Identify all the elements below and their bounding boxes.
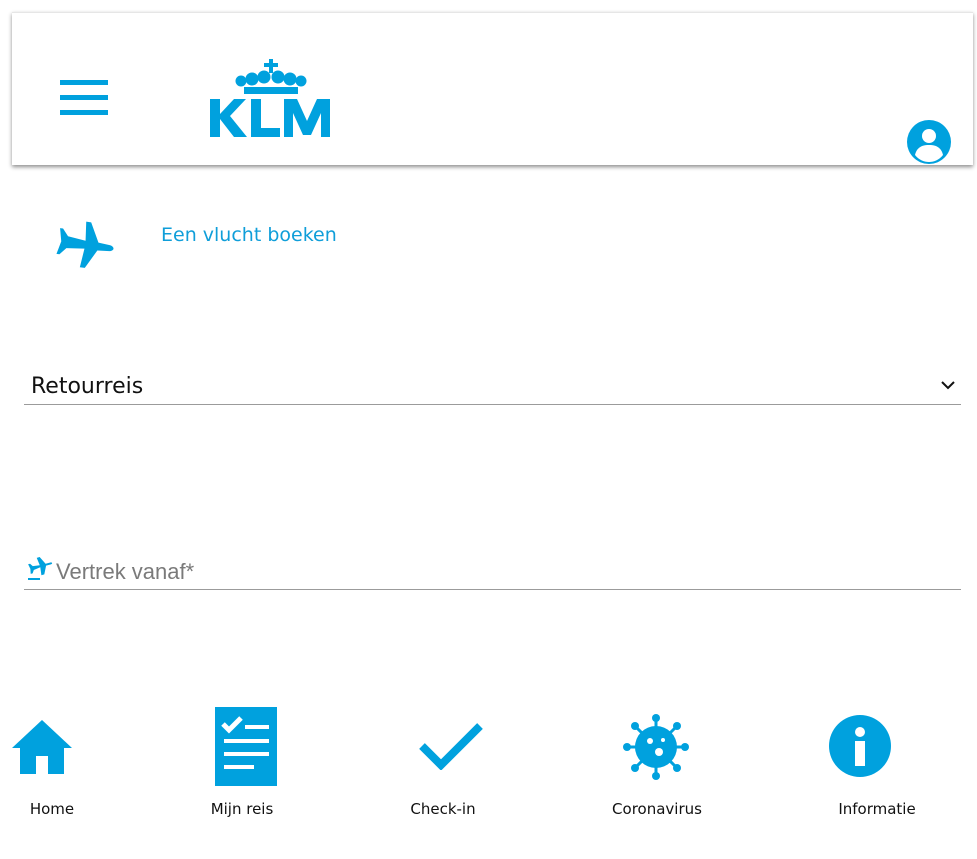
bottom-navigation: Home Mijn reis Check-in Coronavirus Info…: [0, 700, 977, 840]
checkmark-icon: [419, 723, 483, 770]
chevron-down-icon: [941, 381, 955, 390]
nav-item-home[interactable]: Home: [0, 700, 122, 830]
departure-input[interactable]: [56, 558, 936, 586]
hamburger-menu-icon: [60, 80, 108, 115]
account-button[interactable]: [906, 119, 952, 165]
nav-label-check-in: Check-in: [410, 800, 476, 818]
book-flight-link[interactable]: Een vlucht boeken: [161, 224, 337, 246]
nav-item-coronavirus[interactable]: Coronavirus: [587, 700, 727, 830]
app-header: [12, 12, 973, 165]
checklist-icon: [215, 707, 277, 786]
menu-button[interactable]: [58, 77, 110, 117]
airplane-icon: [56, 221, 114, 268]
trip-type-select[interactable]: Retourreis: [24, 366, 961, 405]
nav-label-informatie: Informatie: [838, 800, 916, 818]
nav-label-mijn-reis: Mijn reis: [210, 800, 274, 818]
nav-label-home: Home: [29, 800, 75, 818]
account-circle-icon: [907, 120, 951, 164]
nav-item-informatie[interactable]: Informatie: [807, 700, 947, 830]
departure-field[interactable]: [24, 550, 961, 590]
virus-icon: [623, 714, 689, 780]
departure-plane-icon: [28, 557, 53, 580]
nav-label-coronavirus: Coronavirus: [612, 800, 702, 818]
trip-type-value: Retourreis: [31, 374, 144, 399]
home-icon: [12, 720, 72, 774]
info-icon: [829, 715, 891, 777]
nav-item-mijn-reis[interactable]: Mijn reis: [172, 700, 312, 830]
klm-crown-logo-icon: [210, 59, 330, 137]
nav-item-check-in[interactable]: Check-in: [373, 700, 513, 830]
klm-logo[interactable]: [208, 59, 338, 139]
page: Een vlucht boeken Retourreis Home: [0, 0, 977, 859]
